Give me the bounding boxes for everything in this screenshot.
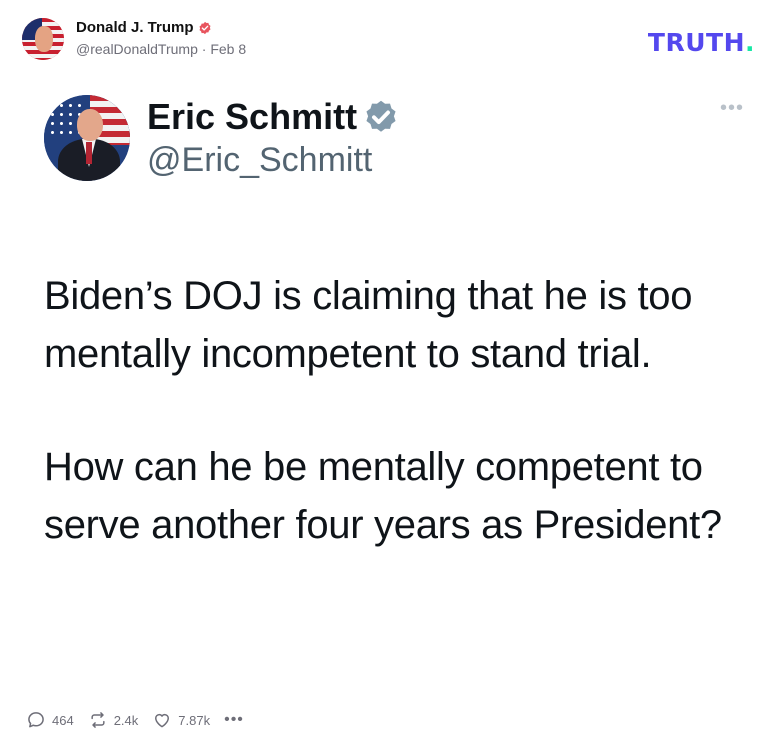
post-action-bar: 464 2.4k 7.87k ••• bbox=[26, 710, 258, 730]
verified-badge-icon bbox=[199, 21, 210, 35]
truth-logo-dot: . bbox=[745, 28, 755, 57]
post-date[interactable]: Feb 8 bbox=[210, 41, 246, 57]
truth-logo[interactable]: TRUTH. bbox=[648, 29, 755, 57]
tweet-name-row: Eric Schmitt bbox=[147, 96, 399, 138]
tweet-author-name: Eric Schmitt bbox=[147, 96, 358, 137]
like-count: 7.87k bbox=[178, 712, 211, 728]
tweet-paragraph-1: Biden’s DOJ is claiming that he is too m… bbox=[44, 274, 693, 376]
more-dots-icon[interactable]: ••• bbox=[224, 712, 244, 728]
repost-icon bbox=[91, 712, 105, 728]
post-header: Donald J. Trump @realDonaldTrump · Feb 8 bbox=[22, 18, 246, 60]
tweet-header: Eric Schmitt @Eric_Schmitt bbox=[44, 92, 756, 184]
truth-logo-text: TRUTH bbox=[647, 28, 745, 57]
repost-button[interactable]: 2.4k bbox=[88, 710, 139, 730]
ellipsis-icon: ••• bbox=[719, 97, 744, 119]
tweet-body: Biden’s DOJ is claiming that he is too m… bbox=[44, 267, 756, 554]
verified-check-icon bbox=[366, 100, 396, 132]
reply-bubble-icon bbox=[28, 712, 44, 728]
tweet-author-info: Eric Schmitt @Eric_Schmitt bbox=[147, 96, 399, 180]
avatar-face bbox=[35, 26, 53, 52]
avatar-head bbox=[77, 109, 103, 141]
embedded-tweet-image: Eric Schmitt @Eric_Schmitt ••• Biden’s D… bbox=[44, 92, 756, 554]
tweet-avatar bbox=[44, 95, 130, 181]
author-name[interactable]: Donald J. Trump bbox=[76, 19, 194, 37]
author-handle-row: @realDonaldTrump · Feb 8 bbox=[76, 39, 246, 59]
handle-date-separator: · bbox=[201, 41, 207, 57]
repost-count: 2.4k bbox=[113, 712, 139, 728]
author-info: Donald J. Trump @realDonaldTrump · Feb 8 bbox=[76, 19, 246, 59]
like-button[interactable]: 7.87k bbox=[152, 710, 210, 730]
tweet-paragraph-2: How can he be mentally competent to serv… bbox=[44, 445, 722, 547]
avatar-tie bbox=[86, 142, 92, 164]
author-handle[interactable]: @realDonaldTrump bbox=[76, 41, 198, 57]
tweet-author-handle: @Eric_Schmitt bbox=[147, 141, 373, 179]
author-avatar[interactable] bbox=[22, 18, 64, 60]
heart-icon bbox=[155, 713, 170, 728]
author-name-row: Donald J. Trump bbox=[76, 19, 246, 37]
reply-button[interactable]: 464 bbox=[26, 710, 74, 730]
reply-count: 464 bbox=[52, 712, 74, 728]
